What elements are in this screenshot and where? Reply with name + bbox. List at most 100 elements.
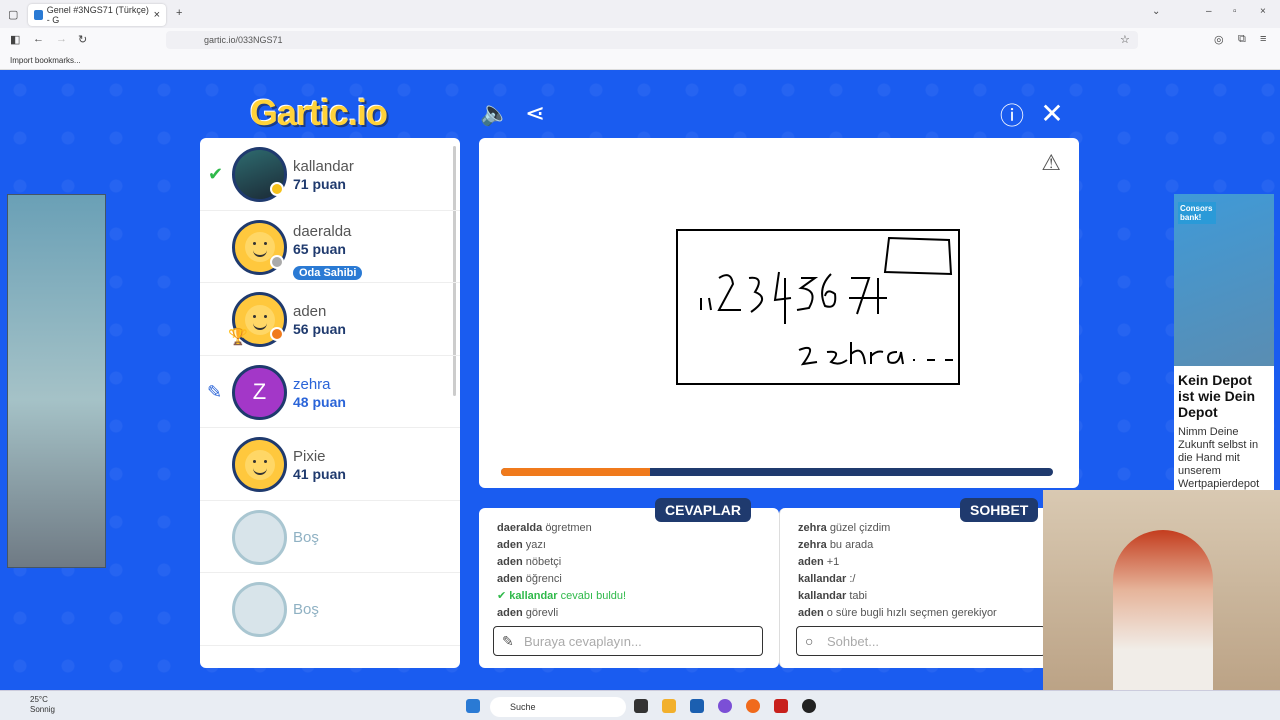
chevron-down-icon[interactable]: ⌄ bbox=[1152, 6, 1160, 17]
player-score: 48 puan bbox=[293, 393, 346, 410]
room-owner-badge: Oda Sahibi bbox=[293, 265, 363, 280]
discord-icon[interactable] bbox=[718, 699, 732, 713]
weather-label: Sonnig bbox=[30, 705, 55, 714]
slot-label: Boş bbox=[293, 601, 319, 618]
taskbar-search-label: Suche bbox=[510, 702, 536, 712]
drawing-canvas bbox=[676, 229, 960, 385]
message-user: aden bbox=[497, 556, 523, 568]
slot-label: Boş bbox=[293, 528, 319, 546]
status-dot bbox=[270, 182, 284, 196]
tab-list-icon[interactable]: ▢ bbox=[8, 8, 18, 21]
chat-panel: SOHBET zehra güzel çizdim zehra bu arada a… bbox=[779, 498, 1079, 668]
extensions-icon[interactable]: ⧉ bbox=[1238, 33, 1246, 46]
share-icon[interactable]: ⋖ bbox=[520, 98, 550, 128]
gartic-logo: Gartic.io bbox=[250, 92, 388, 133]
exit-icon[interactable]: ✕ bbox=[1037, 98, 1067, 129]
minimize-icon[interactable]: – bbox=[1206, 6, 1212, 17]
answer-input[interactable]: ✎ Buraya cevaplayın... bbox=[493, 626, 763, 656]
message-row: aden +1 bbox=[798, 554, 997, 571]
message-user: aden bbox=[497, 573, 523, 585]
drawing-board[interactable]: ⚠ bbox=[479, 138, 1079, 488]
chat-title: SOHBET bbox=[960, 498, 1039, 522]
firefox-icon[interactable] bbox=[746, 699, 760, 713]
message-user: kallandar bbox=[798, 573, 847, 585]
message-text: +1 bbox=[826, 556, 840, 568]
ad-brand-logo: Consors bank! bbox=[1178, 202, 1216, 224]
obs-icon[interactable] bbox=[802, 699, 816, 713]
account-icon[interactable]: ◎ bbox=[1214, 33, 1224, 46]
message-text: güzel çizdim bbox=[829, 522, 891, 534]
taskbar-search[interactable]: Suche bbox=[490, 697, 626, 717]
file-explorer-icon[interactable] bbox=[662, 699, 676, 713]
chat-input[interactable]: ○ Sohbet... bbox=[796, 626, 1046, 656]
sidebar-icon[interactable]: ◧ bbox=[10, 33, 20, 46]
store-icon[interactable] bbox=[690, 699, 704, 713]
player-score: 56 puan bbox=[293, 321, 346, 337]
task-view-icon[interactable] bbox=[634, 699, 648, 713]
found-check-icon: ✔ bbox=[497, 590, 510, 602]
pencil-icon: ✎ bbox=[502, 633, 514, 649]
url-field[interactable]: gartic.io/033NGS71 bbox=[166, 31, 1138, 49]
avatar: Z bbox=[232, 364, 287, 420]
app-icon[interactable] bbox=[774, 699, 788, 713]
sound-icon[interactable]: 🔈 bbox=[480, 98, 510, 128]
menu-icon[interactable]: ≡ bbox=[1260, 33, 1266, 45]
time-progress-bar bbox=[501, 468, 1053, 476]
avatar bbox=[232, 437, 287, 492]
message-text: yazı bbox=[525, 539, 546, 551]
browser-tabbar: ▢ Genel #3NGS71 (Türkçe) - G × + ⌄ – ▫ × bbox=[0, 0, 1280, 28]
answer-placeholder: Buraya cevaplayın... bbox=[524, 633, 642, 649]
message-text: cevabı buldu! bbox=[560, 590, 627, 602]
message-user: kallandar bbox=[509, 590, 558, 602]
message-row: aden nöbetçi bbox=[497, 554, 626, 571]
player-row: 🏆 aden 56 puan bbox=[200, 283, 460, 356]
empty-avatar-icon bbox=[232, 509, 287, 565]
time-progress-fill bbox=[501, 468, 651, 476]
bookmarks-bar: Import bookmarks... bbox=[0, 52, 1280, 70]
trophy-icon: 🏆 bbox=[228, 329, 248, 346]
message-text: nöbetçi bbox=[525, 556, 562, 568]
player-row: daeralda 65 puan Oda Sahibi bbox=[200, 211, 460, 283]
player-row: ✎ Z zehra 48 puan bbox=[200, 356, 460, 428]
taskbar: 25°C Sonnig Suche bbox=[0, 690, 1280, 720]
player-score: 65 puan bbox=[293, 240, 346, 257]
browser-tab[interactable]: Genel #3NGS71 (Türkçe) - G × bbox=[28, 4, 166, 26]
import-bookmarks-link[interactable]: Import bookmarks... bbox=[10, 56, 81, 65]
new-tab-icon[interactable]: + bbox=[176, 7, 182, 19]
player-row: ✔ kallandar 71 puan bbox=[200, 138, 460, 211]
weather-widget[interactable]: 25°C Sonnig bbox=[30, 695, 55, 715]
message-text: bu arada bbox=[829, 539, 874, 551]
message-user: zehra bbox=[798, 522, 827, 534]
bookmark-star-icon[interactable]: ☆ bbox=[1120, 33, 1130, 46]
empty-slot: Boş bbox=[200, 573, 460, 646]
player-row: Pixie 41 puan bbox=[200, 428, 460, 501]
favicon-icon bbox=[34, 10, 43, 20]
message-user: daeralda bbox=[497, 522, 543, 534]
close-tab-icon[interactable]: × bbox=[154, 9, 160, 21]
message-row: zehra bu arada bbox=[798, 537, 997, 554]
left-advertisement[interactable] bbox=[7, 194, 106, 568]
weather-temp: 25°C bbox=[30, 695, 48, 704]
close-window-icon[interactable]: × bbox=[1260, 6, 1266, 17]
answers-list: daeralda ögretmen aden yazı aden nöbetçi ad… bbox=[497, 520, 626, 622]
back-icon[interactable]: ← bbox=[33, 33, 44, 45]
player-score: 41 puan bbox=[293, 466, 346, 482]
empty-avatar-icon bbox=[232, 582, 287, 637]
message-row: aden görevli bbox=[497, 605, 626, 622]
forward-icon[interactable]: → bbox=[56, 33, 67, 45]
info-icon[interactable]: ⓘ bbox=[997, 98, 1027, 130]
guessed-check-icon: ✔ bbox=[208, 164, 224, 184]
ad-image: Consors bank! bbox=[1174, 194, 1274, 366]
message-row: zehra güzel çizdim bbox=[798, 520, 997, 537]
message-row: kallandar tabi bbox=[798, 588, 997, 605]
chat-list: zehra güzel çizdim zehra bu arada aden +1 k… bbox=[798, 520, 997, 622]
message-user: aden bbox=[497, 539, 523, 551]
message-user: aden bbox=[798, 556, 824, 568]
player-score: 71 puan bbox=[293, 176, 346, 192]
maximize-icon[interactable]: ▫ bbox=[1233, 6, 1237, 17]
message-row: aden öğrenci bbox=[497, 571, 626, 588]
right-advertisement[interactable]: Consors bank! Kein Depot ist wie Dein De… bbox=[1174, 194, 1274, 490]
empty-slot: Boş bbox=[200, 501, 460, 573]
start-icon[interactable] bbox=[466, 699, 480, 713]
reload-icon[interactable]: ↻ bbox=[78, 33, 87, 46]
